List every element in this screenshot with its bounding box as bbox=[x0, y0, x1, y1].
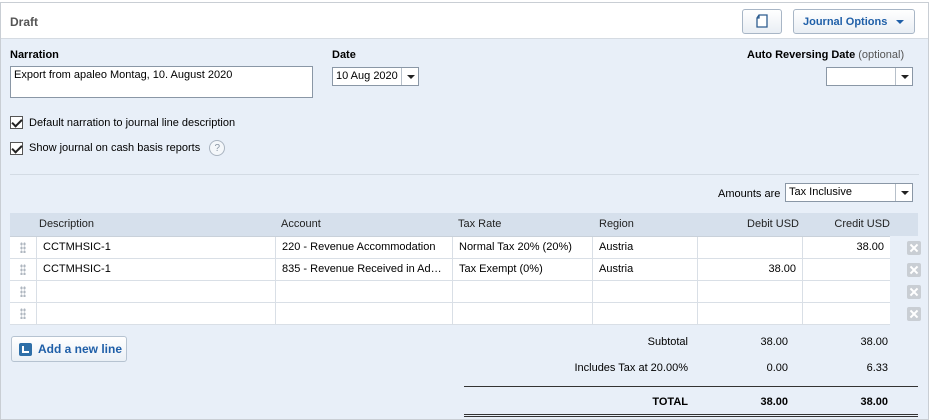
line-credit[interactable]: 38.00 bbox=[802, 237, 890, 258]
auto-reversing-text: Auto Reversing Date bbox=[747, 49, 856, 61]
line-description[interactable]: CCTMHSIC-1 bbox=[36, 259, 275, 280]
date-picker[interactable]: 10 Aug 2020 bbox=[332, 67, 419, 86]
status-label: Draft bbox=[10, 15, 39, 29]
date-value: 10 Aug 2020 bbox=[336, 70, 398, 82]
delete-line-icon[interactable] bbox=[907, 285, 921, 299]
total-debit: 38.00 bbox=[760, 396, 788, 408]
column-header-credit: Credit USD bbox=[834, 218, 890, 230]
optional-text: (optional) bbox=[858, 49, 905, 61]
help-icon[interactable]: ? bbox=[209, 140, 226, 156]
narration-label: Narration bbox=[10, 49, 59, 61]
chevron-down-icon[interactable] bbox=[401, 68, 418, 85]
line-region[interactable]: Austria bbox=[592, 237, 697, 258]
journal-options-label: Journal Options bbox=[803, 15, 888, 28]
amounts-are-label: Amounts are bbox=[718, 188, 781, 200]
column-header-region: Region bbox=[599, 218, 634, 230]
line-account[interactable]: 835 - Revenue Received in Advance bbox=[275, 259, 452, 280]
auto-reversing-date-picker[interactable] bbox=[826, 67, 913, 86]
add-new-line-label: Add a new line bbox=[38, 342, 123, 356]
column-header-tax-rate: Tax Rate bbox=[458, 218, 502, 230]
total-top-rule bbox=[464, 386, 918, 387]
journal-lines: CCTMHSIC-1 220 - Revenue Accommodation N… bbox=[10, 236, 921, 325]
auto-reversing-label: Auto Reversing Date (optional) bbox=[747, 49, 904, 61]
cash-basis-option[interactable]: Show journal on cash basis reports ? bbox=[10, 140, 226, 156]
journal-panel: Draft Journal Options Narration Export f… bbox=[0, 2, 929, 420]
line-account[interactable]: 220 - Revenue Accommodation bbox=[275, 237, 452, 258]
table-row bbox=[10, 303, 921, 325]
tax-debit: 0.00 bbox=[766, 362, 788, 374]
subtotal-debit: 38.00 bbox=[760, 336, 788, 348]
table-header: Description Account Tax Rate Region Debi… bbox=[10, 213, 918, 236]
tax-credit: 6.33 bbox=[866, 362, 888, 374]
line-description[interactable] bbox=[36, 303, 275, 324]
drag-handle-icon[interactable] bbox=[10, 281, 36, 302]
line-credit[interactable] bbox=[802, 303, 890, 324]
line-debit[interactable] bbox=[697, 237, 802, 258]
line-debit[interactable] bbox=[697, 303, 802, 324]
add-new-line-button[interactable]: Add a new line bbox=[11, 336, 127, 362]
line-region[interactable] bbox=[592, 303, 697, 324]
line-account[interactable] bbox=[275, 303, 452, 324]
column-header-description: Description bbox=[39, 218, 95, 230]
line-credit[interactable] bbox=[802, 281, 890, 302]
table-row: CCTMHSIC-1 220 - Revenue Accommodation N… bbox=[10, 237, 921, 259]
line-credit[interactable] bbox=[802, 259, 890, 280]
delete-line-icon[interactable] bbox=[907, 263, 921, 277]
drag-handle-icon[interactable] bbox=[10, 259, 36, 280]
amounts-are-value: Tax Inclusive bbox=[789, 186, 852, 198]
chevron-down-icon bbox=[896, 20, 904, 24]
add-line-icon bbox=[19, 342, 32, 356]
subtotal-label: Subtotal bbox=[647, 336, 688, 348]
line-description[interactable] bbox=[36, 281, 275, 302]
copy-button[interactable] bbox=[742, 9, 782, 34]
subtotal-credit: 38.00 bbox=[860, 336, 888, 348]
total-double-rule-2 bbox=[464, 416, 918, 417]
line-description[interactable]: CCTMHSIC-1 bbox=[36, 237, 275, 258]
journal-header: Draft Journal Options bbox=[1, 3, 928, 39]
cash-basis-checkbox[interactable] bbox=[10, 141, 23, 155]
journal-options-button[interactable]: Journal Options bbox=[793, 9, 915, 34]
cash-basis-label: Show journal on cash basis reports bbox=[29, 142, 201, 154]
default-narration-option[interactable]: Default narration to journal line descri… bbox=[10, 116, 235, 129]
column-header-debit: Debit USD bbox=[747, 218, 799, 230]
drag-handle-icon[interactable] bbox=[10, 303, 36, 324]
section-divider bbox=[10, 174, 919, 175]
chevron-down-icon[interactable] bbox=[895, 184, 912, 201]
line-tax-rate[interactable] bbox=[452, 303, 592, 324]
copy-icon bbox=[756, 13, 768, 28]
line-tax-rate[interactable]: Normal Tax 20% (20%) bbox=[452, 237, 592, 258]
tax-label: Includes Tax at 20.00% bbox=[574, 362, 688, 374]
line-region[interactable] bbox=[592, 281, 697, 302]
delete-line-icon[interactable] bbox=[907, 307, 921, 321]
date-label: Date bbox=[332, 49, 356, 61]
line-account[interactable] bbox=[275, 281, 452, 302]
total-double-rule-1 bbox=[464, 414, 918, 415]
delete-line-icon[interactable] bbox=[907, 241, 921, 255]
table-row: CCTMHSIC-1 835 - Revenue Received in Adv… bbox=[10, 259, 921, 281]
line-debit[interactable]: 38.00 bbox=[697, 259, 802, 280]
total-credit: 38.00 bbox=[860, 396, 888, 408]
total-label: TOTAL bbox=[652, 396, 688, 408]
line-tax-rate[interactable]: Tax Exempt (0%) bbox=[452, 259, 592, 280]
line-tax-rate[interactable] bbox=[452, 281, 592, 302]
table-row bbox=[10, 281, 921, 303]
default-narration-label: Default narration to journal line descri… bbox=[29, 116, 236, 129]
drag-handle-icon[interactable] bbox=[10, 237, 36, 258]
column-header-account: Account bbox=[281, 218, 321, 230]
line-region[interactable]: Austria bbox=[592, 259, 697, 280]
amounts-are-select[interactable]: Tax Inclusive bbox=[785, 183, 913, 202]
line-debit[interactable] bbox=[697, 281, 802, 302]
chevron-down-icon[interactable] bbox=[895, 68, 912, 85]
default-narration-checkbox[interactable] bbox=[10, 116, 23, 129]
narration-input[interactable]: Export from apaleo Montag, 10. August 20… bbox=[10, 66, 313, 98]
